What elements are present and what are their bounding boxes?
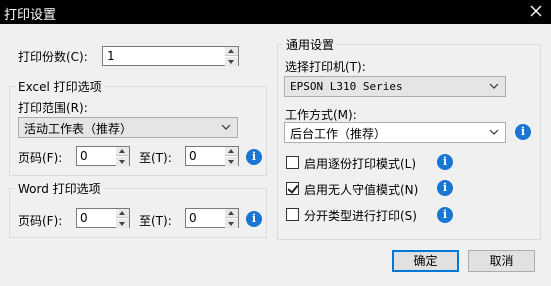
print-range-value: 活动工作表（推荐） — [24, 122, 133, 136]
word-page-from-up[interactable] — [116, 209, 129, 218]
word-page-to-stepper[interactable]: 0 — [185, 208, 239, 228]
excel-page-to-down[interactable] — [225, 157, 238, 166]
printer-value: EPSON L310 Series — [290, 80, 403, 93]
close-icon[interactable] — [527, 2, 545, 20]
copies-field[interactable]: 1 — [102, 46, 226, 66]
word-page-from-field[interactable]: 0 — [76, 208, 117, 228]
info-icon[interactable]: i — [515, 124, 531, 140]
word-page-from-label: 页码(F): — [18, 214, 63, 228]
ok-button[interactable]: 确定 — [392, 250, 459, 272]
excel-page-to-field[interactable]: 0 — [185, 146, 226, 166]
copies-up-button[interactable] — [225, 47, 238, 56]
excel-page-to-stepper[interactable]: 0 — [185, 146, 239, 166]
title-bar: 打印设置 — [0, 0, 551, 24]
chevron-down-icon — [489, 129, 499, 135]
work-mode-label: 工作方式(M): — [285, 108, 357, 122]
excel-page-from-field[interactable]: 0 — [76, 146, 117, 166]
excel-page-from-up[interactable] — [116, 147, 129, 156]
excel-page-from-down[interactable] — [116, 157, 129, 166]
split-type-checkbox[interactable] — [286, 208, 299, 221]
info-icon[interactable]: i — [437, 180, 453, 196]
cancel-button[interactable]: 取消 — [468, 250, 535, 272]
chevron-down-icon — [221, 124, 231, 130]
work-mode-value: 后台工作（推荐） — [290, 127, 387, 141]
word-page-from-down[interactable] — [116, 219, 129, 228]
info-icon[interactable]: i — [437, 154, 453, 170]
excel-page-from-stepper[interactable]: 0 — [76, 146, 130, 166]
copies-stepper[interactable] — [225, 46, 239, 66]
unattended-checkbox[interactable] — [286, 182, 299, 195]
copies-label: 打印份数(C): — [18, 50, 88, 64]
printer-label: 选择打印机(T): — [285, 60, 366, 74]
excel-page-to-up[interactable] — [225, 147, 238, 156]
word-page-from-stepper[interactable]: 0 — [76, 208, 130, 228]
excel-page-from-label: 页码(F): — [18, 151, 63, 165]
info-icon[interactable]: i — [246, 149, 262, 165]
word-page-to-up[interactable] — [225, 209, 238, 218]
print-range-label: 打印范围(R): — [18, 101, 88, 115]
collate-label: 启用逐份打印模式(L) — [304, 157, 417, 171]
word-group-title: Word 打印选项 — [15, 180, 104, 197]
window-title: 打印设置 — [4, 8, 57, 23]
dialog-body: 打印份数(C): 1 Excel 打印选项 打印范围(R): 活动工作表（推荐）… — [0, 24, 551, 286]
split-type-label: 分开类型进行打印(S) — [304, 209, 417, 223]
general-group-title: 通用设置 — [283, 36, 338, 53]
copies-down-button[interactable] — [225, 57, 238, 66]
word-page-to-field[interactable]: 0 — [185, 208, 226, 228]
collate-checkbox[interactable] — [286, 156, 299, 169]
chevron-down-icon — [489, 83, 499, 89]
unattended-label: 启用无人守值模式(N) — [304, 183, 419, 197]
excel-group-title: Excel 打印选项 — [15, 78, 105, 95]
excel-page-to-label: 至(T): — [139, 151, 172, 165]
word-page-to-label: 至(T): — [139, 214, 172, 228]
work-mode-select[interactable]: 后台工作（推荐） — [284, 122, 506, 143]
info-icon[interactable]: i — [246, 211, 262, 227]
print-range-select[interactable]: 活动工作表（推荐） — [18, 117, 238, 138]
info-icon[interactable]: i — [437, 207, 453, 223]
printer-select[interactable]: EPSON L310 Series — [284, 76, 506, 97]
word-page-to-down[interactable] — [225, 219, 238, 228]
